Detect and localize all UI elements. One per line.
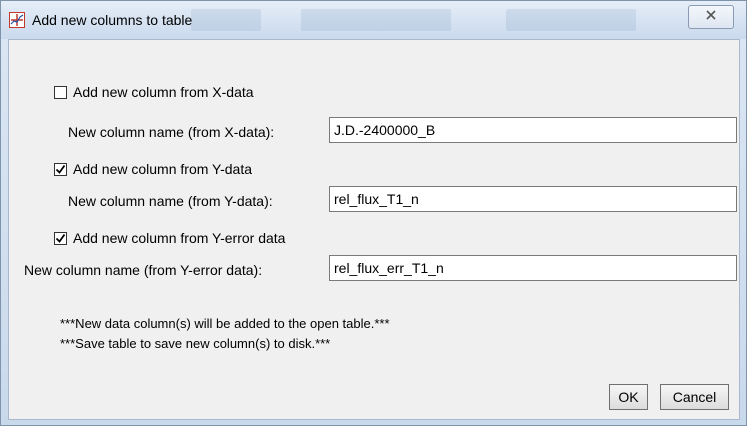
dialog-content: Add new column from X-data New column na… <box>8 39 740 420</box>
y-data-name-input[interactable] <box>329 186 737 212</box>
cancel-button[interactable]: Cancel <box>660 384 729 410</box>
note-line-2: ***Save table to save new column(s) to d… <box>60 336 331 351</box>
y-error-checkbox[interactable] <box>54 231 67 245</box>
ok-button[interactable]: OK <box>609 384 648 410</box>
x-data-checkbox-label[interactable]: Add new column from X-data <box>73 84 254 100</box>
x-data-checkbox[interactable] <box>54 85 67 99</box>
background-ghost <box>191 9 261 31</box>
y-error-checkbox-label[interactable]: Add new column from Y-error data <box>73 230 285 246</box>
title-bar[interactable]: Add new columns to table <box>1 1 746 39</box>
x-data-name-input[interactable] <box>329 117 737 143</box>
x-data-name-label: New column name (from X-data): <box>68 124 275 140</box>
window-title: Add new columns to table <box>32 12 193 28</box>
y-data-checkbox[interactable] <box>54 162 67 176</box>
y-data-row: Add new column from Y-data <box>54 161 252 177</box>
x-data-row: Add new column from X-data <box>54 84 254 100</box>
y-data-name-label: New column name (from Y-data): <box>68 193 273 209</box>
chart-plus-icon <box>9 12 25 28</box>
note-line-1: ***New data column(s) will be added to t… <box>60 316 390 331</box>
close-button[interactable] <box>688 5 734 29</box>
y-error-row: Add new column from Y-error data <box>54 230 285 246</box>
dialog-window: Add new columns to table Add new column … <box>0 0 747 426</box>
background-ghost <box>506 9 636 31</box>
y-error-name-label: New column name (from Y-error data): <box>24 262 263 278</box>
y-error-name-input[interactable] <box>329 255 737 281</box>
background-ghost <box>301 9 451 31</box>
close-icon <box>705 8 717 26</box>
y-data-checkbox-label[interactable]: Add new column from Y-data <box>73 161 252 177</box>
